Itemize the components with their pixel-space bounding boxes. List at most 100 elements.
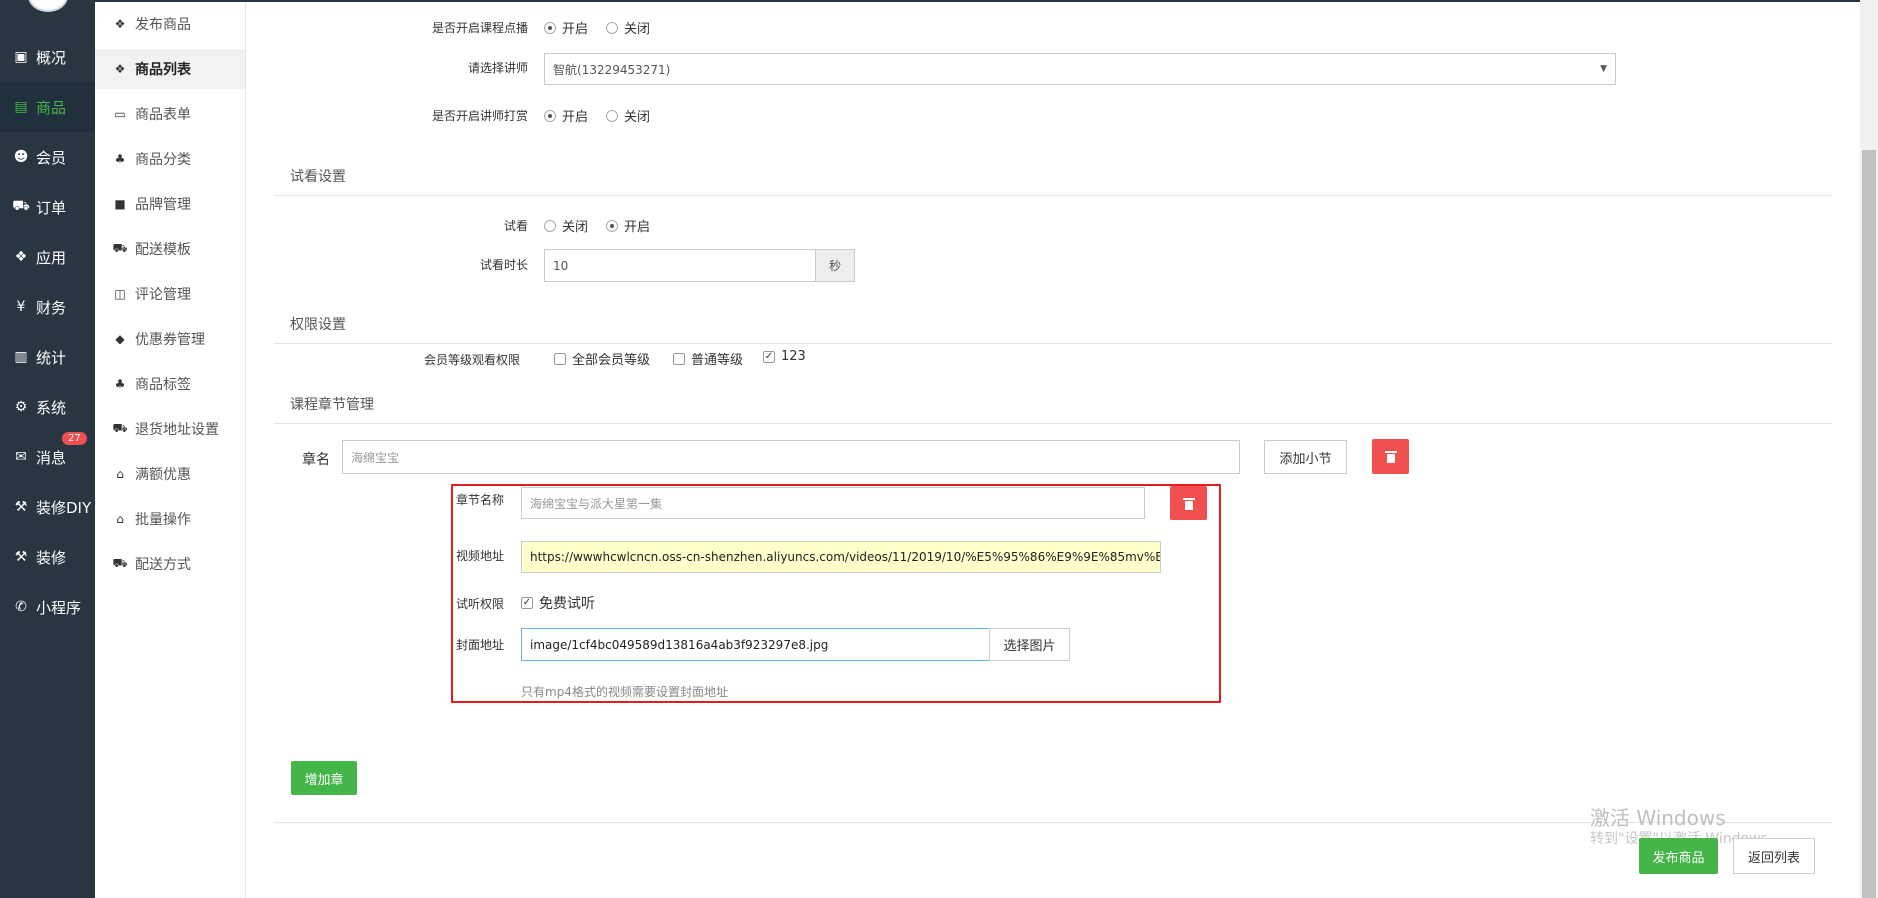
add-section-button[interactable]: 添加小节 — [1264, 440, 1347, 474]
course-on-demand-off-radio[interactable]: 关闭 — [606, 18, 650, 37]
back-to-list-button[interactable]: 返回列表 — [1733, 838, 1815, 874]
subnav-item-label: 商品表单 — [135, 107, 191, 123]
bar-chart-icon: ▥ — [14, 349, 28, 365]
sidebar-item-0[interactable]: ▣ 概况 — [0, 32, 95, 82]
chapter-name-input[interactable]: 海绵宝宝 — [342, 440, 1240, 474]
main-sidebar: ▣ 概况 ▤ 商品 ☻ 会员 ⛟ 订单 ❖ 应用 ¥ 财务 ▥ 统计 ⚙ 系统 ✉ 消息 27 ⚒ 装修DIY ⚒ 装修 ✆ 小… — [0, 0, 98, 898]
lesson-name-input[interactable]: 海绵宝宝与派大星第一集 — [521, 487, 1145, 519]
trash-icon — [1384, 450, 1397, 463]
sidebar-item-6[interactable]: ▥ 统计 — [0, 332, 95, 382]
chapter-section-title: 课程章节管理 — [290, 397, 374, 413]
sidebar-item-label: 订单 — [36, 198, 67, 217]
yen-icon: ¥ — [16, 299, 26, 315]
sidebar-item-label: 统计 — [36, 348, 67, 367]
radio-icon — [544, 109, 556, 122]
tags-icon: ◆ — [115, 332, 125, 346]
subnav-item-3[interactable]: ♣ 商品分类 — [95, 139, 245, 179]
sidebar-item-label: 应用 — [36, 248, 67, 267]
course-on-demand-on-radio[interactable]: 开启 — [544, 18, 588, 37]
member-level-normal-checkbox[interactable]: 普通等级 — [673, 349, 743, 368]
sidebar-item-10[interactable]: ⚒ 装修 — [0, 532, 95, 582]
subnav-item-7[interactable]: ◆ 优惠券管理 — [95, 319, 245, 359]
sidebar-item-2[interactable]: ☻ 会员 — [0, 132, 95, 182]
cover-url-input[interactable]: image/1cf4bc049589d13816a4ab3f923297e8.j… — [521, 628, 990, 661]
checkbox-label: 123 — [781, 349, 806, 364]
radio-label: 关闭 — [562, 220, 589, 235]
subnav-item-11[interactable]: ⌂ 批量操作 — [95, 499, 245, 539]
trial-listen-label: 试听权限 — [456, 597, 505, 611]
radio-label: 关闭 — [624, 22, 651, 37]
radio-icon — [544, 219, 556, 232]
subnav-item-0[interactable]: ❖ 发布商品 — [95, 4, 245, 44]
subnav-item-2[interactable]: ▭ 商品表单 — [95, 94, 245, 134]
checkbox-label: 普通等级 — [691, 353, 744, 368]
radio-icon — [544, 21, 556, 34]
checkbox-icon — [673, 352, 685, 365]
trial-duration-input[interactable]: 10 — [544, 249, 816, 282]
sidebar-item-11[interactable]: ✆ 小程序 — [0, 582, 95, 632]
cubes-icon: ❖ — [114, 62, 126, 76]
radio-icon — [606, 109, 618, 122]
sidebar-item-4[interactable]: ❖ 应用 — [0, 232, 95, 282]
briefcase-icon: ■ — [114, 197, 126, 211]
file-icon: ▭ — [114, 107, 126, 121]
gears-icon: ⚙ — [14, 399, 28, 415]
sidebar-item-label: 财务 — [36, 298, 67, 317]
hammer-icon: ⚒ — [14, 549, 28, 565]
store-icon: ▤ — [14, 99, 28, 115]
subnav-item-4[interactable]: ■ 品牌管理 — [95, 184, 245, 224]
chat-icon: ✉ — [15, 449, 27, 465]
checkbox-label: 全部会员等级 — [572, 353, 651, 368]
free-trial-checkbox[interactable]: ✓ 免费试听 — [521, 593, 595, 613]
lecturer-reward-on-radio[interactable]: 开启 — [544, 106, 588, 125]
subnav-item-12[interactable]: ⛟ 配送方式 — [95, 544, 245, 584]
radio-label: 开启 — [562, 110, 589, 125]
sidebar-item-5[interactable]: ¥ 财务 — [0, 282, 95, 332]
sidebar-item-9[interactable]: ⚒ 装修DIY — [0, 482, 95, 532]
subnav-item-5[interactable]: ⛟ 配送模板 — [95, 229, 245, 269]
delete-lesson-button[interactable] — [1170, 486, 1207, 520]
trial-on-radio[interactable]: 开启 — [606, 216, 650, 235]
subnav-item-8[interactable]: ♣ 商品标签 — [95, 364, 245, 404]
check-icon: ✓ — [521, 597, 533, 609]
sitemap-icon: ♣ — [114, 152, 126, 166]
chapter-name-label: 章名 — [302, 452, 330, 468]
sidebar-item-1[interactable]: ▤ 商品 — [0, 82, 98, 132]
checkbox-label: 免费试听 — [539, 596, 595, 612]
delete-chapter-button[interactable] — [1372, 439, 1409, 474]
divider — [274, 195, 1832, 196]
sidebar-item-label: 小程序 — [36, 598, 82, 617]
radio-icon — [606, 219, 618, 232]
sidebar-item-3[interactable]: ⛟ 订单 — [0, 182, 95, 232]
sitemap-icon: ♣ — [114, 377, 126, 391]
columns-icon: ◫ — [114, 287, 126, 301]
subnav-item-1[interactable]: ❖ 商品列表 — [95, 49, 245, 89]
scrollbar-thumb[interactable] — [1862, 150, 1876, 898]
wechat-icon: ✆ — [15, 599, 27, 615]
subnav-item-6[interactable]: ◫ 评论管理 — [95, 274, 245, 314]
video-url-input[interactable]: https://wwwhcwlcncn.oss-cn-shenzhen.aliy… — [521, 541, 1161, 573]
subnav-item-10[interactable]: ⌂ 满额优惠 — [95, 454, 245, 494]
trial-off-radio[interactable]: 关闭 — [544, 216, 588, 235]
truck-icon: ⛟ — [112, 241, 128, 255]
lecturer-label: 请选择讲师 — [467, 61, 528, 75]
lecturer-reward-off-radio[interactable]: 关闭 — [606, 106, 650, 125]
member-level-123-checkbox[interactable]: ✓ 123 — [763, 349, 806, 364]
video-url-label: 视频地址 — [456, 549, 505, 563]
trial-label: 试看 — [503, 219, 528, 233]
radio-icon — [606, 21, 618, 34]
message-count-badge: 27 — [62, 432, 87, 445]
checkbox-icon — [554, 352, 566, 365]
cart-icon: ⛟ — [12, 198, 30, 214]
lecturer-select[interactable]: 智航(13229453271) ▼ — [544, 53, 1616, 85]
sidebar-item-7[interactable]: ⚙ 系统 — [0, 382, 95, 432]
member-level-all-checkbox[interactable]: 全部会员等级 — [554, 349, 650, 368]
publish-product-button[interactable]: 发布商品 — [1639, 838, 1718, 874]
dashboard-icon: ▣ — [14, 49, 28, 65]
chevron-down-icon: ▼ — [1600, 64, 1607, 74]
choose-image-button[interactable]: 选择图片 — [989, 628, 1070, 661]
subnav-item-9[interactable]: ⛟ 退货地址设置 — [95, 409, 245, 449]
subnav-item-label: 配送方式 — [135, 557, 191, 573]
sidebar-item-8[interactable]: ✉ 消息 27 — [0, 432, 95, 482]
add-chapter-button[interactable]: 增加章 — [291, 761, 357, 795]
